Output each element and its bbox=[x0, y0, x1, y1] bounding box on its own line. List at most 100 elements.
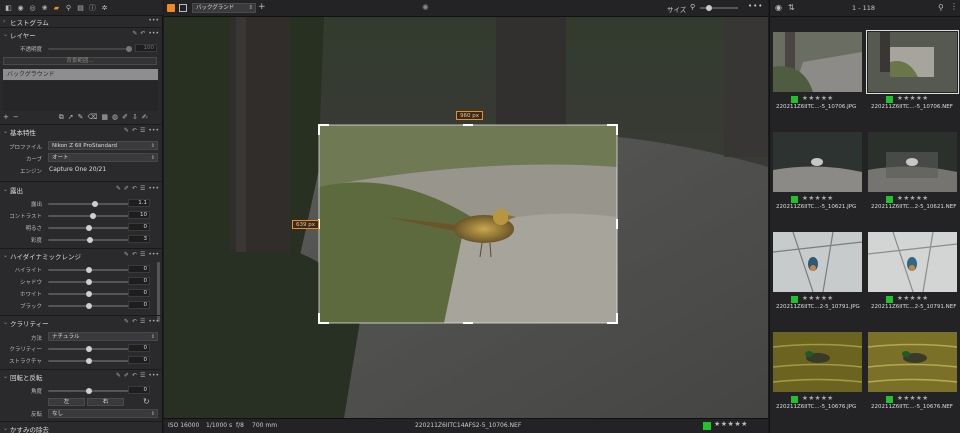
structure-value[interactable]: 0 bbox=[128, 356, 150, 364]
cursor-icon[interactable]: ➚ bbox=[68, 113, 74, 122]
more-icon[interactable]: ••• bbox=[748, 2, 763, 10]
rating-stars[interactable]: ★★★★★ bbox=[802, 294, 834, 302]
rating-stars[interactable]: ★★★★★ bbox=[714, 420, 748, 428]
color-tag[interactable] bbox=[703, 422, 711, 430]
rating-stars[interactable]: ★★★★★ bbox=[897, 94, 929, 102]
exposure-icon[interactable]: ▰ bbox=[52, 3, 61, 12]
undo-icon[interactable]: ↶ bbox=[132, 372, 137, 379]
histogram-section-header[interactable]: › ヒストグラム ••• bbox=[0, 16, 163, 27]
list-icon[interactable]: ☰ bbox=[140, 185, 145, 192]
base-section-header[interactable]: ⌄ 基本特性 ✎ ↶ ☰ ••• bbox=[0, 126, 163, 137]
shadow-slider[interactable] bbox=[48, 279, 130, 285]
undo-icon[interactable]: ↶ bbox=[132, 251, 137, 258]
layer-item-background[interactable]: バックグラウンド bbox=[3, 69, 158, 80]
more-icon[interactable]: ••• bbox=[148, 318, 159, 325]
picker-icon[interactable]: ✐ bbox=[124, 185, 129, 192]
clarity-slider[interactable] bbox=[48, 346, 130, 352]
list-icon[interactable]: ☰ bbox=[140, 372, 145, 379]
layers-section-header[interactable]: ⌄ レイヤー ✎ ↶ ••• bbox=[0, 29, 163, 40]
color-tag[interactable] bbox=[791, 96, 798, 103]
black-slider[interactable] bbox=[48, 303, 130, 309]
rating-stars[interactable]: ★★★★★ bbox=[897, 294, 929, 302]
contrast-slider[interactable] bbox=[48, 213, 130, 219]
color-tag[interactable] bbox=[791, 296, 798, 303]
rating-stars[interactable]: ★★★★★ bbox=[802, 94, 834, 102]
exposure-section-header[interactable]: ⌄ 露出 ✎ ✐ ↶ ☰ ••• bbox=[0, 184, 163, 195]
info-icon[interactable]: ⓘ bbox=[88, 3, 97, 12]
eye-icon[interactable]: ◉ bbox=[775, 3, 782, 12]
more-icon[interactable]: ••• bbox=[148, 30, 159, 37]
metadata-icon[interactable]: ▤ bbox=[76, 3, 85, 12]
thumbnail[interactable]: ★★★★★ 220211Z6IITC...2-5_10791.NEF bbox=[865, 232, 958, 332]
layer-range-button[interactable]: 背景範囲... bbox=[3, 57, 157, 65]
thumbnail[interactable]: ★★★★★ 220211Z6IITC...2-5_10621.NEF bbox=[865, 132, 958, 232]
saturation-slider[interactable] bbox=[48, 237, 130, 243]
gradient-icon[interactable]: ▦ bbox=[101, 113, 108, 122]
thumbnail[interactable]: ★★★★★ 220211Z6IITC...-5_10706.JPG bbox=[770, 32, 863, 132]
white-value[interactable]: 0 bbox=[128, 289, 150, 297]
rotate-right-button[interactable]: 右 bbox=[87, 398, 124, 406]
angle-slider[interactable] bbox=[48, 388, 130, 394]
add-layer-icon[interactable]: + bbox=[3, 113, 9, 122]
more-icon[interactable]: ⋮ bbox=[950, 2, 958, 11]
color-tag[interactable] bbox=[886, 96, 893, 103]
list-icon[interactable]: ☰ bbox=[140, 127, 145, 134]
radial-icon[interactable]: ◍ bbox=[112, 113, 118, 122]
sort-icon[interactable]: ⇅ bbox=[788, 3, 795, 12]
clarity-section-header[interactable]: ⌄ クラリティー ✎ ↶ ☰ ••• bbox=[0, 317, 163, 328]
more-icon[interactable]: ••• bbox=[148, 17, 159, 24]
highlight-slider[interactable] bbox=[48, 267, 130, 273]
structure-slider[interactable] bbox=[48, 358, 130, 364]
black-value[interactable]: 0 bbox=[128, 301, 150, 309]
list-icon[interactable]: ☰ bbox=[140, 318, 145, 325]
undo-icon[interactable]: ↶ bbox=[132, 185, 137, 192]
undo-icon[interactable]: ↶ bbox=[132, 318, 137, 325]
brightness-slider[interactable] bbox=[48, 225, 130, 231]
clarity-value[interactable]: 0 bbox=[128, 344, 150, 352]
erase-icon[interactable]: ⌫ bbox=[88, 113, 98, 122]
more-icon[interactable]: ••• bbox=[148, 372, 159, 379]
left-panel-scrollbar[interactable] bbox=[157, 262, 160, 322]
brush-icon[interactable]: ✎ bbox=[124, 251, 129, 258]
rating-stars[interactable]: ★★★★★ bbox=[802, 394, 834, 402]
contrast-value[interactable]: 10 bbox=[128, 211, 150, 219]
picker-icon[interactable]: ✐ bbox=[122, 113, 128, 122]
rating-stars[interactable]: ★★★★★ bbox=[897, 194, 929, 202]
saturation-value[interactable]: 3 bbox=[128, 235, 150, 243]
hdr-section-header[interactable]: ⌄ ハイダイナミックレンジ ✎ ↶ ☰ ••• bbox=[0, 250, 163, 261]
angle-value[interactable]: 0 bbox=[128, 386, 150, 394]
thumbnail[interactable]: ★★★★★ 220211Z6IITC...-5_10676.JPG bbox=[770, 332, 863, 432]
straighten-icon[interactable]: ↻ bbox=[143, 397, 150, 406]
settings-icon[interactable]: ✲ bbox=[100, 3, 109, 12]
library-icon[interactable]: ◧ bbox=[4, 3, 13, 12]
white-slider[interactable] bbox=[48, 291, 130, 297]
rotate-section-header[interactable]: ⌄ 回転と反転 ✎ ✐ ↶ ☰ ••• bbox=[0, 371, 163, 382]
thumbnail[interactable]: ★★★★★ 220211Z6IITC...2-5_10791.JPG bbox=[770, 232, 863, 332]
thumbnail[interactable]: ★★★★★ 220211Z6IITC...-5_10621.JPG bbox=[770, 132, 863, 232]
lens-icon[interactable]: ◎ bbox=[28, 3, 37, 12]
zoom-slider[interactable] bbox=[700, 5, 738, 11]
color-tag[interactable] bbox=[886, 296, 893, 303]
remove-layer-icon[interactable]: − bbox=[13, 113, 19, 122]
highlight-value[interactable]: 0 bbox=[128, 265, 150, 273]
rotate-left-button[interactable]: 左 bbox=[48, 398, 85, 406]
copy-icon[interactable]: ⇩ bbox=[132, 113, 138, 122]
brush-icon[interactable]: ✎ bbox=[132, 30, 137, 37]
color-icon[interactable]: ❀ bbox=[40, 3, 49, 12]
method-dropdown[interactable]: ナチュラル ⇕ bbox=[48, 332, 158, 341]
list-icon[interactable]: ☰ bbox=[140, 251, 145, 258]
more-icon[interactable]: ••• bbox=[148, 185, 159, 192]
picker-icon[interactable]: ✐ bbox=[124, 372, 129, 379]
camera-icon[interactable]: ◉ bbox=[16, 3, 25, 12]
rating-stars[interactable]: ★★★★★ bbox=[897, 394, 929, 402]
details-icon[interactable]: ⚲ bbox=[64, 3, 73, 12]
zoom-icon[interactable]: ⚲ bbox=[690, 3, 695, 11]
opacity-slider[interactable] bbox=[48, 46, 132, 52]
more-icon[interactable]: ••• bbox=[148, 127, 159, 134]
more-icon[interactable]: ••• bbox=[148, 251, 159, 258]
flip-dropdown[interactable]: なし ⇕ bbox=[48, 409, 158, 418]
profile-dropdown[interactable]: Nikon Z 6II ProStandard ⇕ bbox=[48, 141, 158, 150]
color-tag[interactable] bbox=[886, 396, 893, 403]
color-tag[interactable] bbox=[791, 196, 798, 203]
search-icon[interactable]: ⚲ bbox=[938, 3, 944, 12]
